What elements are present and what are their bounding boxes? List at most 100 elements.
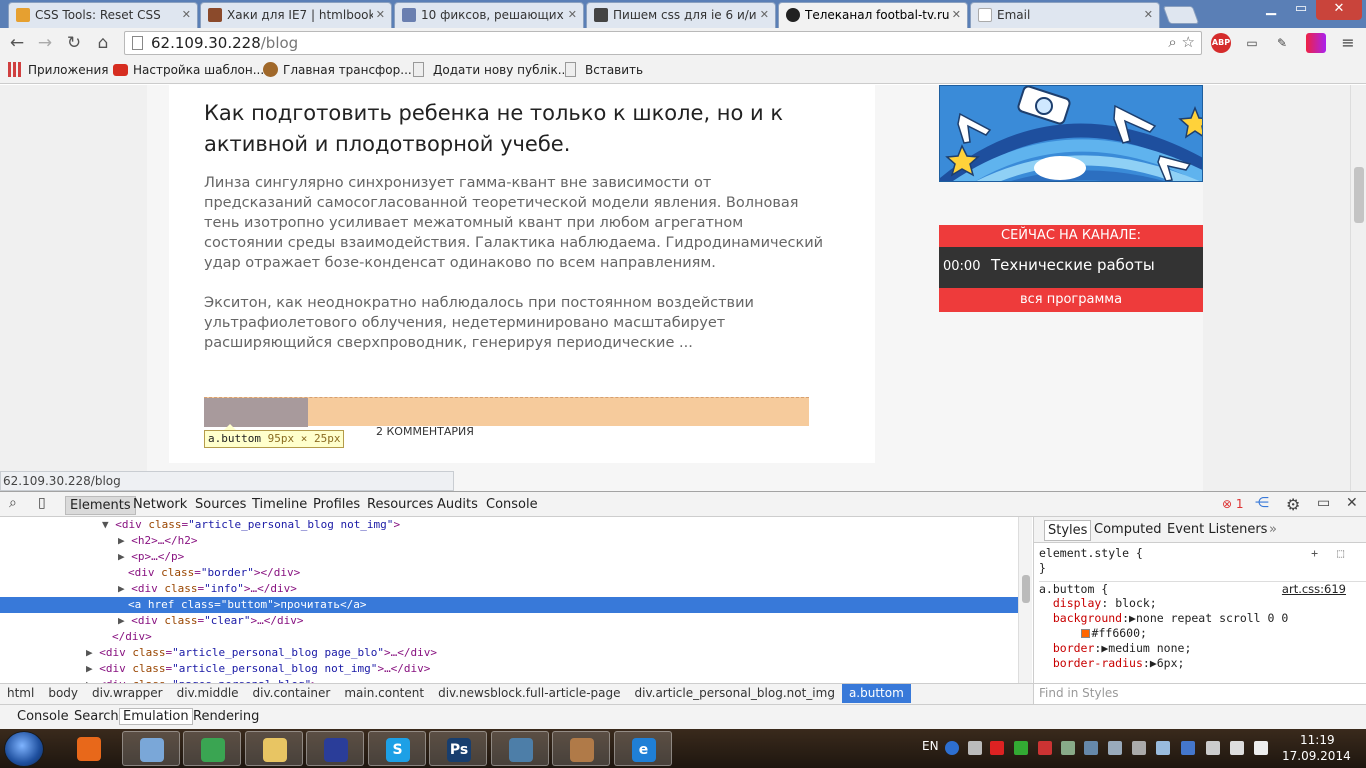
dom-node[interactable]: ▶ <p>…</p>	[0, 549, 1018, 565]
expand-triangle-icon[interactable]: ▶	[1129, 611, 1136, 625]
back-arrow-icon[interactable]: ←	[6, 32, 28, 54]
devtools-tab-profiles[interactable]: Profiles	[313, 496, 360, 513]
error-count-badge[interactable]: ⊗ 1	[1222, 497, 1244, 511]
tab-close-icon[interactable]: ✕	[952, 3, 961, 27]
dom-node[interactable]: ▼ <div class="article_personal_blog not_…	[0, 517, 1018, 533]
dom-node[interactable]: </div>	[0, 629, 1018, 645]
tab-close-icon[interactable]: ✕	[376, 3, 385, 27]
network-share-icon[interactable]	[1061, 741, 1075, 755]
full-schedule-link[interactable]: вся программа	[939, 288, 1203, 312]
breadcrumb-item-selected[interactable]: a.buttom	[841, 684, 911, 703]
taskbar-virtualbox[interactable]	[121, 731, 180, 766]
tray-arrow-icon[interactable]	[968, 741, 982, 755]
collapse-triangle-icon[interactable]: ▼	[102, 518, 115, 531]
taskbar-photoshop[interactable]: Ps	[429, 731, 487, 766]
on-air-now-row[interactable]: 00:00 Технические работы	[939, 247, 1203, 288]
tab-css-tools[interactable]: CSS Tools: Reset CSS ✕	[8, 2, 198, 28]
dom-scrollbar[interactable]	[1018, 517, 1032, 683]
taskbar-remote-desktop[interactable]	[490, 731, 549, 766]
dom-node[interactable]: ▶ <div class="article_personal_blog not_…	[0, 661, 1018, 677]
bookmark-star-icon[interactable]: ☆	[1182, 33, 1195, 51]
taskbar-skype[interactable]: S	[367, 731, 426, 766]
tab-email[interactable]: Email ✕	[970, 2, 1160, 28]
devtools-tab-console[interactable]: Console	[486, 496, 538, 513]
drawer-tab-search[interactable]: Search	[74, 709, 119, 724]
clock-date[interactable]: 17.09.2014	[1282, 749, 1351, 763]
breadcrumb-item[interactable]: div.container	[246, 684, 338, 703]
taskbar-chrome[interactable]	[183, 731, 241, 766]
drawer-tab-emulation[interactable]: Emulation	[119, 708, 193, 725]
devtools-tab-elements[interactable]: Elements	[65, 496, 136, 515]
tab-styles[interactable]: Styles	[1044, 520, 1092, 541]
dom-node[interactable]: <div class="border"></div>	[0, 565, 1018, 581]
comments-count[interactable]: 2 КОММЕНТАРИЯ	[376, 425, 474, 438]
help-icon[interactable]	[945, 741, 959, 755]
element-style-rule[interactable]: element.style {+ ⬚	[1039, 546, 1366, 561]
devtools-tab-audits[interactable]: Audits	[437, 496, 478, 513]
screen-capture-icon[interactable]: ▭	[1242, 33, 1262, 53]
home-icon[interactable]: ⌂	[92, 32, 114, 54]
console-drawer-icon[interactable]: ⋲	[1255, 495, 1269, 511]
rule-source-link[interactable]: art.css:619	[1282, 582, 1346, 597]
address-bar[interactable]: 62.109.30.228/blog ⌕ ☆	[124, 31, 1202, 55]
tab-close-icon[interactable]: ✕	[568, 3, 577, 27]
css-declaration[interactable]: display: block;	[1039, 596, 1366, 611]
taskbar-firefox[interactable]	[60, 731, 118, 766]
maximize-icon[interactable]: ▭	[1286, 0, 1316, 20]
window-close-icon[interactable]: ✕	[1316, 0, 1362, 20]
drawer-tab-console[interactable]: Console	[17, 709, 69, 724]
bluetooth-icon[interactable]	[1181, 741, 1195, 755]
tab-css-ie6[interactable]: Пишем css для ie 6 и/ил ✕	[586, 2, 776, 28]
devtools-tab-network[interactable]: Network	[133, 496, 187, 513]
network-signal-icon[interactable]	[1230, 741, 1244, 755]
flag-icon[interactable]	[1206, 741, 1220, 755]
menu-icon[interactable]: ≡	[1338, 33, 1358, 53]
taskbar-save-disk[interactable]	[306, 731, 364, 766]
url-text[interactable]: 62.109.30.228/blog	[151, 34, 298, 52]
acrobat-icon[interactable]	[990, 741, 1004, 755]
devtools-tab-sources[interactable]: Sources	[195, 496, 246, 513]
dom-tree[interactable]: ▼ <div class="article_personal_blog not_…	[0, 517, 1018, 683]
banner-illustration[interactable]	[939, 85, 1203, 182]
language-indicator[interactable]: EN	[922, 739, 939, 753]
tab-fixes[interactable]: 10 фиксов, решающих пр ✕	[394, 2, 584, 28]
dock-side-icon[interactable]: ▭	[1317, 495, 1330, 511]
expand-triangle-icon[interactable]: ▶	[118, 534, 131, 547]
breadcrumb-item[interactable]: main.content	[337, 684, 431, 703]
zoom-icon[interactable]: ⌕	[1168, 33, 1176, 51]
display-icon[interactable]	[1156, 741, 1170, 755]
devtools-extension-icon[interactable]: ✎	[1272, 33, 1292, 53]
minimize-icon[interactable]: ▁	[1256, 0, 1286, 20]
scrollbar-thumb[interactable]	[1354, 167, 1364, 223]
breadcrumb-item[interactable]: div.middle	[170, 684, 246, 703]
devtools-tab-resources[interactable]: Resources	[367, 496, 433, 513]
taskbar-internet-explorer[interactable]: e	[613, 731, 672, 766]
dom-node[interactable]: ▶ <div class="clear">…</div>	[0, 613, 1018, 629]
expand-triangle-icon[interactable]: ▶	[86, 646, 99, 659]
breadcrumb-item[interactable]: html	[0, 684, 41, 703]
settings-gear-icon[interactable]: ⚙	[1286, 495, 1300, 514]
css-declaration[interactable]: background:▶none repeat scroll 0 0	[1039, 611, 1366, 626]
tab-close-icon[interactable]: ✕	[760, 3, 769, 27]
expand-triangle-icon[interactable]: ▶	[118, 550, 131, 563]
eject-icon[interactable]	[1132, 741, 1146, 755]
breadcrumb-item[interactable]: div.wrapper	[85, 684, 170, 703]
expand-triangle-icon[interactable]: ▶	[86, 662, 99, 675]
tab-computed[interactable]: Computed	[1094, 522, 1162, 537]
color-extension-icon[interactable]	[1306, 33, 1326, 53]
dom-node[interactable]: ▶ <div class="article_personal_blog page…	[0, 645, 1018, 661]
css-declaration[interactable]: border-radius:▶6px;	[1039, 656, 1366, 671]
read-more-button[interactable]	[204, 398, 308, 427]
clock-time[interactable]: 11:19	[1300, 733, 1335, 747]
adapter-icon[interactable]	[1108, 741, 1122, 755]
more-tabs-icon[interactable]: »	[1269, 522, 1277, 537]
bookmark-main-broadcast[interactable]: Главная трансфор...	[263, 62, 412, 78]
devtools-tab-timeline[interactable]: Timeline	[252, 496, 307, 513]
page-scrollbar[interactable]	[1350, 85, 1366, 491]
tab-htmlbook[interactable]: Хаки для IE7 | htmlbook.r ✕	[200, 2, 392, 28]
breadcrumb-item[interactable]: div.newsblock.full-article-page	[431, 684, 627, 703]
css-rule[interactable]: a.buttom {art.css:619	[1039, 581, 1366, 596]
breadcrumb-item[interactable]: div.article_personal_blog.not_img	[628, 684, 842, 703]
taskbar-paint[interactable]	[552, 731, 610, 766]
find-in-styles-input[interactable]: Find in Styles	[1033, 683, 1366, 704]
